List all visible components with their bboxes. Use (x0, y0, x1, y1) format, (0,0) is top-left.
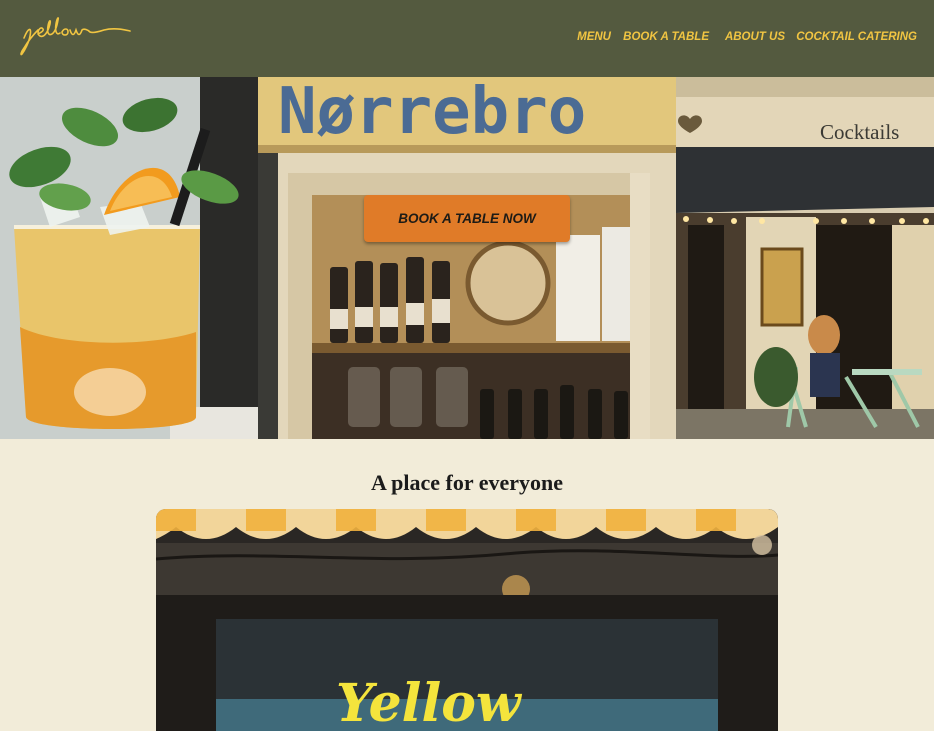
cocktail-photo (0, 77, 258, 439)
site-header: MENU BOOK A TABLE ABOUT US COCKTAIL CATE… (0, 0, 934, 77)
nav-about-us[interactable]: ABOUT US (725, 31, 785, 43)
yellow-logo[interactable] (18, 8, 136, 60)
book-a-table-now-button[interactable]: BOOK A TABLE NOW (364, 195, 570, 242)
section-title: A place for everyone (370, 470, 564, 495)
yellow-neon-sign-photo: Yellow (156, 509, 778, 731)
nav-book-a-table[interactable]: BOOK A TABLE (623, 31, 709, 43)
hero-banner: Nørrebro Cocktails BOOK A TABLE NOW (0, 77, 934, 439)
cocktails-sign: Cocktails (820, 120, 899, 144)
neon-yellow-text: Yellow (336, 673, 523, 731)
storefront-photo: Cocktails (676, 77, 934, 439)
shop-window-photo: Nørrebro (258, 77, 676, 439)
nav-cocktail-catering[interactable]: COCKTAIL CATERING (796, 31, 917, 43)
nav-menu[interactable]: MENU (577, 31, 611, 43)
norrebro-sign: Nørrebro (278, 77, 586, 149)
